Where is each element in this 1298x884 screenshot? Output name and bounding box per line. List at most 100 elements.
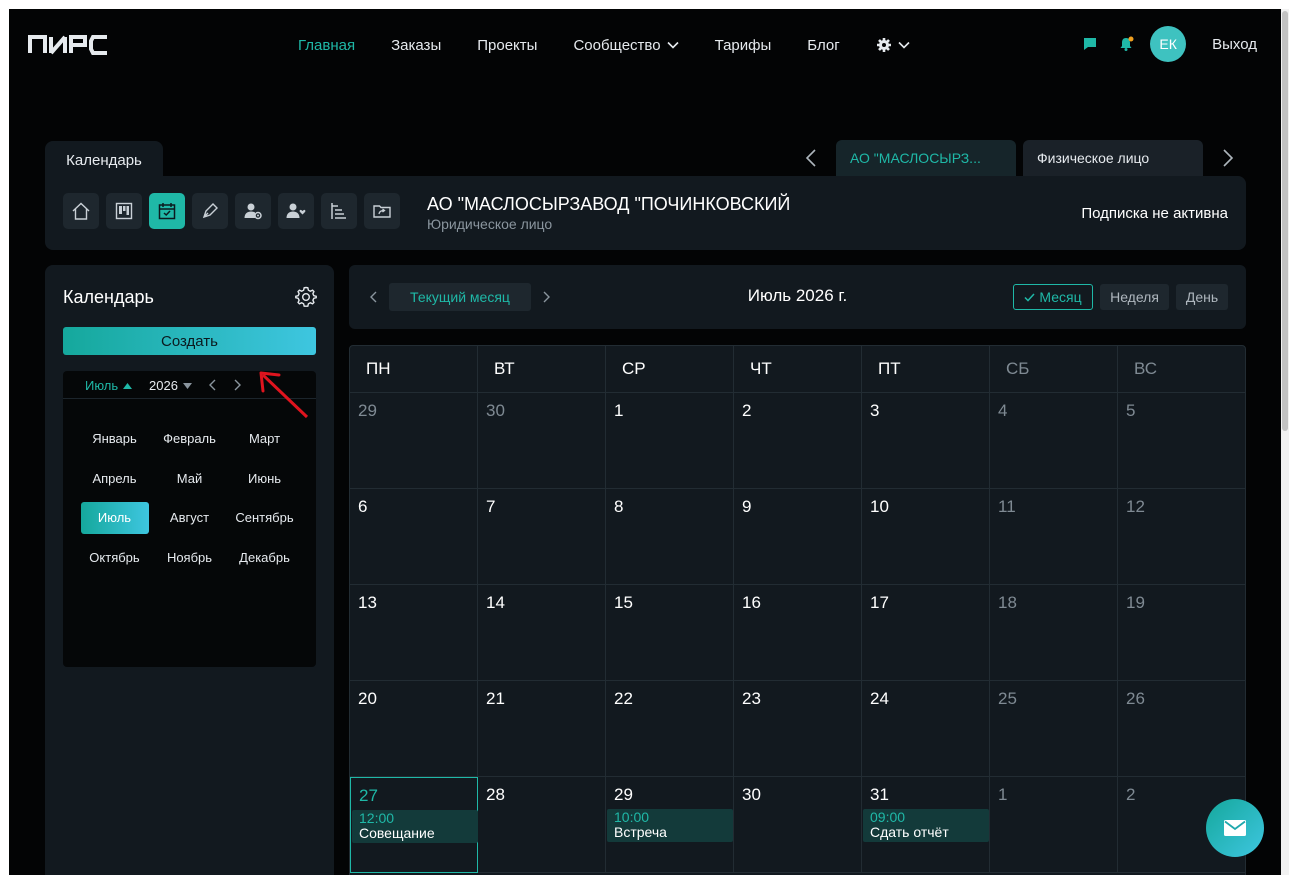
view-month-button[interactable]: Месяц [1013, 284, 1093, 310]
tabs-next-button[interactable] [1218, 147, 1238, 169]
day-cell[interactable]: 28 [478, 777, 606, 873]
nav-projects[interactable]: Проекты [477, 37, 537, 54]
day-cell[interactable]: 11 [990, 489, 1118, 585]
day-cell[interactable]: 30 [478, 393, 606, 489]
nav-community-label: Сообщество [573, 36, 661, 54]
day-cell[interactable]: 29 10:00 Встреча [606, 777, 734, 873]
day-cell[interactable]: 23 [734, 681, 862, 777]
day-cell[interactable]: 5 [1118, 393, 1246, 489]
day-cell[interactable]: 22 [606, 681, 734, 777]
avatar[interactable]: ЕК [1150, 26, 1187, 62]
day-cell[interactable]: 19 [1118, 585, 1246, 681]
day-cell[interactable]: 9 [734, 489, 862, 585]
month-label: Январь [92, 431, 137, 447]
tab-calendar[interactable]: Календарь [45, 141, 163, 179]
nav-tariffs[interactable]: Тарифы [715, 37, 772, 54]
current-month-button[interactable]: Текущий месяц [389, 283, 531, 311]
tool-board[interactable] [106, 193, 142, 229]
calendar-event[interactable]: 12:00 Совещание [352, 810, 478, 843]
picker-year-select[interactable]: 2026 [149, 378, 192, 393]
month-label: Март [248, 431, 281, 447]
day-number: 21 [486, 689, 505, 708]
month-item[interactable]: Март [227, 419, 302, 459]
month-item[interactable]: Апрель [77, 459, 152, 499]
tool-calendar[interactable] [149, 193, 185, 229]
month-item[interactable]: Ноябрь [152, 538, 227, 578]
month-item[interactable]: Май [152, 459, 227, 499]
day-cell[interactable]: 31 09:00 Сдать отчёт [862, 777, 990, 873]
view-week-button[interactable]: Неделя [1100, 284, 1169, 310]
day-cell[interactable]: 14 [478, 585, 606, 681]
day-cell[interactable]: 17 [862, 585, 990, 681]
picker-next-button[interactable] [230, 377, 244, 393]
tool-user-settings[interactable] [235, 193, 271, 229]
day-cell[interactable]: 15 [606, 585, 734, 681]
tab-company-1[interactable]: АО "МАСЛОСЫРЗ... [836, 140, 1016, 176]
tool-tree-list[interactable] [321, 193, 357, 229]
tool-folder-share[interactable] [364, 193, 400, 229]
month-item[interactable]: Октябрь [77, 538, 152, 578]
day-cell[interactable]: 13 [350, 585, 478, 681]
calendar-prev-button[interactable] [367, 289, 381, 305]
day-cell[interactable]: 2 [734, 393, 862, 489]
nav-community[interactable]: Сообщество [573, 36, 679, 54]
notifications-button[interactable] [1118, 36, 1134, 52]
picker-month-select[interactable]: Июль [85, 378, 133, 393]
day-number: 26 [1126, 689, 1145, 708]
day-cell[interactable]: 4 [990, 393, 1118, 489]
day-cell[interactable]: 18 [990, 585, 1118, 681]
logout-link[interactable]: Выход [1212, 36, 1257, 53]
calendar-event[interactable]: 10:00 Встреча [607, 809, 733, 842]
day-cell[interactable]: 8 [606, 489, 734, 585]
nav-orders[interactable]: Заказы [391, 37, 441, 54]
month-item[interactable]: Февраль [152, 419, 227, 459]
tool-home[interactable] [63, 193, 99, 229]
chevron-right-icon [543, 291, 550, 303]
nav-settings[interactable] [876, 37, 910, 53]
day-cell[interactable]: 1 [606, 393, 734, 489]
logo[interactable] [27, 33, 113, 55]
calendar-next-button[interactable] [539, 289, 553, 305]
day-cell[interactable]: 29 [350, 393, 478, 489]
scrollbar-thumb[interactable] [1282, 11, 1288, 431]
day-cell[interactable]: 26 [1118, 681, 1246, 777]
tool-pen[interactable] [192, 193, 228, 229]
calendar-settings-button[interactable] [294, 285, 318, 309]
day-cell[interactable]: 16 [734, 585, 862, 681]
month-item[interactable]: Июнь [227, 459, 302, 499]
weekday-header: СР [606, 346, 734, 393]
day-cell[interactable]: 10 [862, 489, 990, 585]
nav-home[interactable]: Главная [298, 37, 355, 54]
month-item-selected[interactable]: Июль [77, 498, 152, 538]
tool-user-heart[interactable] [278, 193, 314, 229]
tabs-prev-button[interactable] [801, 147, 821, 169]
day-cell[interactable]: 12 [1118, 489, 1246, 585]
day-cell[interactable]: 3 [862, 393, 990, 489]
day-cell[interactable]: 24 [862, 681, 990, 777]
month-item[interactable]: Январь [77, 419, 152, 459]
weekday-header: ВС [1118, 346, 1246, 393]
day-cell[interactable]: 30 [734, 777, 862, 873]
view-day-button[interactable]: День [1176, 284, 1228, 310]
contact-button[interactable] [1206, 799, 1264, 857]
day-cell[interactable]: 7 [478, 489, 606, 585]
day-cell[interactable]: 6 [350, 489, 478, 585]
day-cell[interactable]: 21 [478, 681, 606, 777]
calendar-event[interactable]: 09:00 Сдать отчёт [863, 809, 989, 842]
chevron-down-icon [667, 41, 679, 49]
day-cell-today[interactable]: 27 12:00 Совещание [350, 777, 478, 873]
calendar-grid: ПН ВТ СР ЧТ ПТ СБ ВС 29 30 1 2 3 4 5 6 7 8 9 10 11 12 13 14 15 1… [349, 345, 1246, 875]
nav-blog[interactable]: Блог [807, 37, 839, 54]
page-scrollbar[interactable] [1281, 9, 1289, 875]
day-cell[interactable]: 20 [350, 681, 478, 777]
create-button[interactable]: Создать [63, 327, 316, 355]
day-cell[interactable]: 25 [990, 681, 1118, 777]
day-cell[interactable]: 1 [990, 777, 1118, 873]
messages-button[interactable] [1082, 36, 1098, 52]
month-item[interactable]: Сентябрь [227, 498, 302, 538]
picker-prev-button[interactable] [206, 377, 220, 393]
month-item[interactable]: Декабрь [227, 538, 302, 578]
chat-icon [1084, 38, 1097, 50]
month-item[interactable]: Август [152, 498, 227, 538]
tab-company-2[interactable]: Физическое лицо [1023, 140, 1203, 176]
